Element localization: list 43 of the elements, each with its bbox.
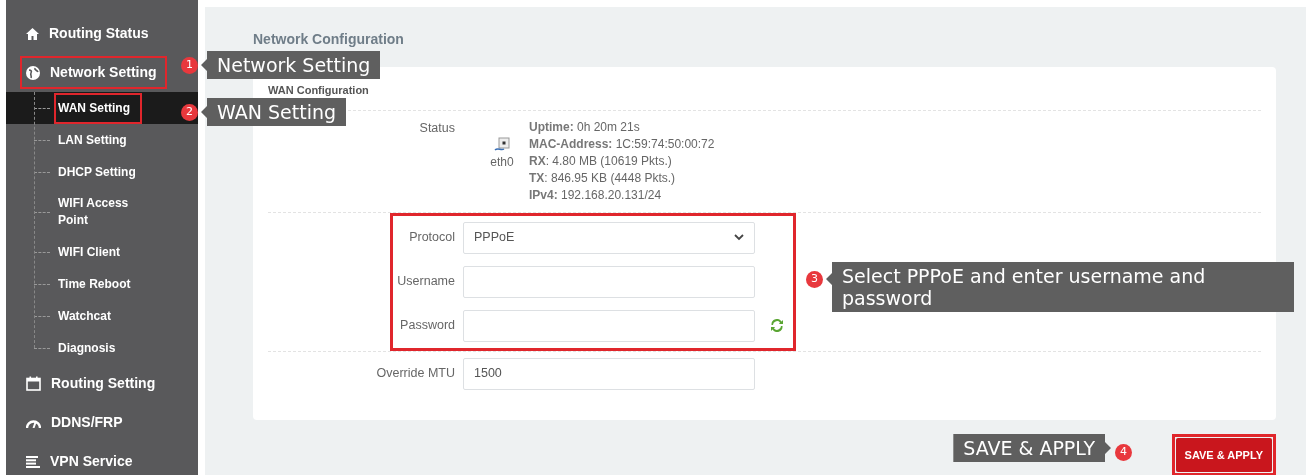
status-line: Uptime: 0h 20m 21s (529, 118, 641, 136)
gauge-icon (26, 417, 41, 428)
network-port-icon (494, 136, 510, 153)
sidebar-item[interactable]: VPN Service (20, 445, 143, 475)
callout-text: WAN Setting (201, 98, 347, 126)
sidebar-item[interactable]: Network Setting (20, 56, 167, 89)
page-title: Network Configuration (253, 30, 405, 49)
sidebar-subitem[interactable]: Watchcat (54, 300, 123, 332)
sidebar-item[interactable]: Routing Setting (20, 367, 166, 400)
field-label: Password (400, 318, 455, 333)
sidebar-subitem[interactable]: Diagnosis (54, 332, 128, 364)
field-label: Status (419, 120, 455, 135)
sidebar-subitem[interactable]: WIFI Access Point (54, 188, 154, 236)
sidebar-item[interactable]: DDNS/FRP (20, 406, 133, 439)
sidebar-subitem[interactable]: WAN Setting (54, 92, 142, 124)
device-name: eth0 (490, 153, 514, 171)
protocol-select[interactable]: PPPoE (463, 221, 755, 254)
sidebar-item[interactable]: Routing Status (20, 17, 159, 50)
field-label: Override MTU (376, 366, 455, 381)
save-apply-button[interactable]: SAVE & APPLY (1175, 437, 1272, 472)
globe-icon (26, 65, 40, 80)
callout-text: Select PPPoE and enter username and password (826, 262, 1294, 312)
home-icon (26, 27, 39, 40)
status-line: MAC-Address: 1C:59:74:50:00:72 (529, 135, 715, 153)
chevron-down-icon (734, 234, 744, 241)
input-field[interactable] (463, 265, 755, 298)
sidebar-subitem[interactable]: DHCP Setting (54, 156, 148, 188)
field-label: Protocol (409, 230, 455, 245)
callout-text: Network Setting (201, 51, 381, 79)
field-label: Username (397, 274, 455, 289)
status-line: IPv4: 192.168.20.131/24 (529, 186, 663, 204)
sidebar-subitem[interactable]: WIFI Client (54, 236, 132, 268)
sidebar-subitem[interactable]: LAN Setting (54, 124, 139, 156)
input-field[interactable]: 1500 (463, 357, 755, 390)
callout-text: SAVE & APPLY (953, 434, 1111, 462)
section-title: WAN Configuration (268, 83, 370, 98)
status-line: RX: 4.80 MB (10619 Pkts.) (529, 152, 673, 170)
calendar-icon (26, 376, 41, 391)
refresh-icon[interactable] (771, 319, 783, 332)
sidebar-subitem[interactable]: Time Reboot (54, 268, 143, 300)
status-line: TX: 846.95 KB (4448 Pkts.) (529, 169, 677, 187)
input-field[interactable] (463, 309, 755, 342)
list-icon (26, 455, 40, 468)
